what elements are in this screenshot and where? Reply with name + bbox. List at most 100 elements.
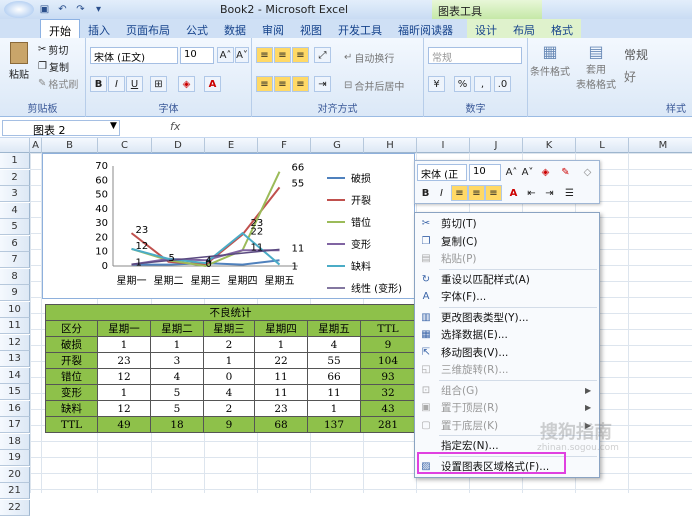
- fill-color-icon[interactable]: ◈: [178, 76, 195, 92]
- table-header-cell[interactable]: 星期五: [307, 320, 361, 337]
- bold-button[interactable]: B: [90, 76, 107, 92]
- tab-8[interactable]: 福昕阅读器: [390, 19, 461, 38]
- column-header-L[interactable]: L: [576, 138, 629, 153]
- mini-italic-button[interactable]: I: [433, 185, 450, 201]
- menu-item-font[interactable]: A 字体(F)...: [415, 288, 599, 306]
- table-cell[interactable]: 2: [203, 336, 255, 353]
- table-cell[interactable]: 104: [360, 352, 416, 369]
- row-label-cell[interactable]: TTL: [45, 416, 98, 433]
- table-cell[interactable]: 1: [254, 336, 308, 353]
- row-label-cell[interactable]: 开裂: [45, 352, 98, 369]
- table-header-cell[interactable]: 星期二: [150, 320, 204, 337]
- menu-item-copy[interactable]: ❐ 复制(C): [415, 233, 599, 251]
- column-header-G[interactable]: G: [311, 138, 364, 153]
- conditional-format-button[interactable]: ▦ 条件格式: [530, 42, 570, 78]
- table-cell[interactable]: 2: [203, 400, 255, 417]
- save-icon[interactable]: ▣: [37, 2, 52, 17]
- table-cell[interactable]: 11: [254, 384, 308, 401]
- font-color-icon[interactable]: A: [204, 76, 221, 92]
- mini-decrease-indent-icon[interactable]: ⇤: [523, 185, 540, 201]
- mini-line-color-icon[interactable]: ✎: [557, 164, 574, 180]
- format-as-table-button[interactable]: ▤ 套用 表格格式: [574, 42, 618, 91]
- table-cell[interactable]: 32: [360, 384, 416, 401]
- context-tab-0[interactable]: 设计: [467, 19, 505, 38]
- undo-icon[interactable]: ↶: [55, 2, 70, 17]
- merge-center-button[interactable]: ⊟ 合并后居中: [344, 78, 404, 93]
- percent-icon[interactable]: %: [454, 76, 471, 92]
- column-header-A[interactable]: A: [30, 138, 42, 153]
- row-header-19[interactable]: 19: [0, 450, 30, 466]
- style-good[interactable]: 好: [624, 68, 636, 85]
- table-cell[interactable]: 4: [150, 368, 204, 385]
- comma-icon[interactable]: ,: [474, 76, 491, 92]
- redo-icon[interactable]: ↷: [73, 2, 88, 17]
- table-cell[interactable]: 12: [97, 368, 151, 385]
- shrink-font-icon[interactable]: A˅: [235, 47, 249, 63]
- mini-bold-button[interactable]: B: [417, 185, 434, 201]
- tab-3[interactable]: 公式: [178, 19, 216, 38]
- table-cell[interactable]: 18: [150, 416, 204, 433]
- cut-button[interactable]: ✂ 剪切: [38, 42, 68, 57]
- mini-font-color-icon[interactable]: A: [505, 185, 522, 201]
- number-format-combo[interactable]: 常规: [428, 47, 522, 64]
- row-header-2[interactable]: 2: [0, 169, 30, 186]
- table-cell[interactable]: 3: [150, 352, 204, 369]
- table-cell[interactable]: 22: [254, 352, 308, 369]
- mini-align-left-icon[interactable]: ≡: [451, 185, 468, 201]
- table-cell[interactable]: 23: [97, 352, 151, 369]
- table-cell[interactable]: 1: [203, 352, 255, 369]
- table-cell[interactable]: 55: [307, 352, 361, 369]
- column-header-D[interactable]: D: [152, 138, 205, 153]
- mini-align-center-icon[interactable]: ≡: [468, 185, 485, 201]
- table-header-cell[interactable]: 星期一: [97, 320, 151, 337]
- select-all-corner[interactable]: [0, 138, 30, 153]
- table-cell[interactable]: 1: [150, 336, 204, 353]
- table-cell[interactable]: 66: [307, 368, 361, 385]
- table-cell[interactable]: 68: [254, 416, 308, 433]
- tab-2[interactable]: 页面布局: [118, 19, 178, 38]
- table-cell[interactable]: 11: [254, 368, 308, 385]
- menu-item-reset-style[interactable]: ↻ 重设以匹配样式(A): [415, 271, 599, 289]
- italic-button[interactable]: I: [108, 76, 125, 92]
- table-cell[interactable]: 5: [150, 384, 204, 401]
- table-cell[interactable]: 4: [307, 336, 361, 353]
- table-cell[interactable]: 23: [254, 400, 308, 417]
- row-header-18[interactable]: 18: [0, 433, 30, 450]
- table-header-cell[interactable]: TTL: [360, 320, 416, 337]
- name-box-dropdown-icon[interactable]: ▼: [110, 121, 117, 131]
- mini-fill-icon[interactable]: ◈: [537, 164, 554, 180]
- font-size-combo[interactable]: 10: [180, 47, 214, 64]
- row-header-16[interactable]: 16: [0, 400, 30, 417]
- row-header-7[interactable]: 7: [0, 252, 30, 268]
- table-cell[interactable]: 1: [97, 384, 151, 401]
- row-header-22[interactable]: 22: [0, 499, 30, 516]
- grow-font-icon[interactable]: A˄: [217, 47, 234, 63]
- wrap-text-button[interactable]: ↵ 自动换行: [344, 50, 394, 65]
- menu-item-cut[interactable]: ✂ 剪切(T): [415, 215, 599, 233]
- underline-button[interactable]: U: [126, 76, 143, 92]
- table-cell[interactable]: 9: [360, 336, 416, 353]
- table-cell[interactable]: 1: [97, 336, 151, 353]
- table-cell[interactable]: 9: [203, 416, 255, 433]
- row-header-13[interactable]: 13: [0, 351, 30, 367]
- tab-1[interactable]: 插入: [80, 19, 118, 38]
- chart-area[interactable]: 0 10 20 30 40 50 60 70 星期一 星期二 星期三 星期四 星期五 23 12 1 66 55 2…: [42, 153, 415, 299]
- indent-icon[interactable]: ⇥: [314, 76, 331, 92]
- row-header-8[interactable]: 8: [0, 268, 30, 285]
- menu-item-chart-type[interactable]: ▥ 更改图表类型(Y)...: [415, 309, 599, 327]
- row-header-14[interactable]: 14: [0, 367, 30, 384]
- context-tab-1[interactable]: 布局: [505, 19, 543, 38]
- row-header-12[interactable]: 12: [0, 334, 30, 351]
- tab-6[interactable]: 视图: [292, 19, 330, 38]
- mini-eraser-icon[interactable]: ◇: [579, 164, 596, 180]
- mini-increase-indent-icon[interactable]: ⇥: [541, 185, 558, 201]
- tab-4[interactable]: 数据: [216, 19, 254, 38]
- menu-item-move-chart[interactable]: ⇱ 移动图表(V)...: [415, 344, 599, 362]
- table-cell[interactable]: 11: [307, 384, 361, 401]
- align-middle-icon[interactable]: ≡: [274, 47, 291, 63]
- format-painter-button[interactable]: ✎ 格式刷: [38, 76, 78, 91]
- row-header-9[interactable]: 9: [0, 285, 30, 301]
- table-cell[interactable]: 5: [150, 400, 204, 417]
- table-cell[interactable]: 43: [360, 400, 416, 417]
- office-button[interactable]: [4, 1, 34, 18]
